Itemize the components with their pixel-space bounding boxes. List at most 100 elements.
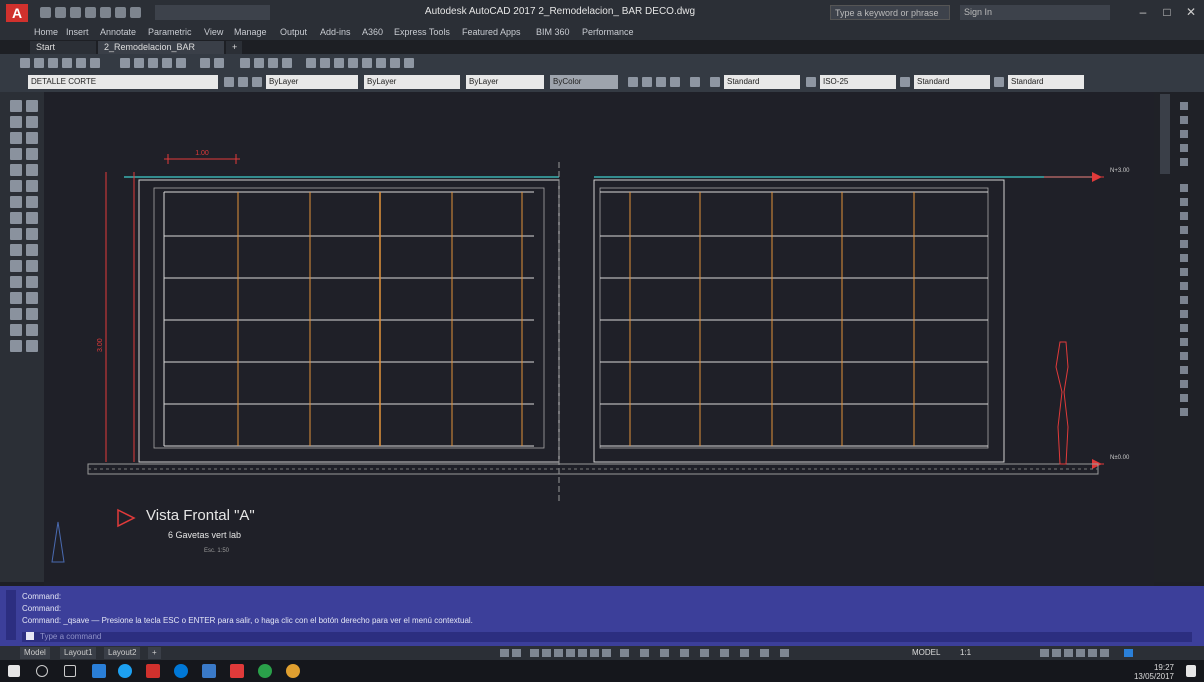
zoom-realtime-icon[interactable] — [254, 58, 264, 68]
dim-style-manager-icon[interactable] — [806, 77, 816, 87]
tab-start[interactable]: Start — [30, 41, 96, 54]
plotstyle-dropdown[interactable]: ByColor — [550, 75, 618, 89]
preview-icon[interactable] — [76, 58, 86, 68]
match-properties-icon[interactable] — [162, 58, 172, 68]
dim-arc-icon[interactable] — [1180, 212, 1188, 220]
offset-icon[interactable] — [26, 260, 38, 272]
style-icon[interactable] — [690, 77, 700, 87]
pan-nav-icon[interactable] — [1180, 116, 1188, 124]
command-line-handle[interactable] — [6, 590, 16, 640]
copy-icon[interactable] — [134, 58, 144, 68]
hatch-icon[interactable] — [26, 196, 38, 208]
gizmo-icon[interactable] — [700, 649, 709, 657]
block-editor-icon[interactable] — [176, 58, 186, 68]
file-explorer-icon[interactable] — [202, 664, 216, 678]
lock-ui-icon[interactable] — [1064, 649, 1073, 657]
quick-dim-icon[interactable] — [1180, 282, 1188, 290]
grid-icon[interactable] — [500, 649, 509, 657]
selection-cycling-icon[interactable] — [620, 649, 629, 657]
task-view-icon[interactable] — [64, 665, 76, 677]
pan-icon[interactable] — [240, 58, 250, 68]
menu-a360[interactable]: A360 — [362, 27, 383, 37]
rectangle-icon[interactable] — [10, 132, 22, 144]
circle-icon[interactable] — [10, 148, 22, 160]
dim-baseline-icon[interactable] — [1180, 296, 1188, 304]
mleader-style-icon[interactable] — [670, 77, 680, 87]
save-as-icon[interactable] — [85, 7, 96, 18]
browser-icon[interactable] — [118, 664, 132, 678]
autocad-logo-icon[interactable]: A — [6, 4, 28, 22]
tolerance-icon[interactable] — [1180, 324, 1188, 332]
zoom-window-icon[interactable] — [268, 58, 278, 68]
trim-icon[interactable] — [26, 308, 38, 320]
customization-icon[interactable] — [1124, 649, 1133, 657]
fillet-icon[interactable] — [10, 340, 22, 352]
command-input[interactable]: Type a command — [22, 632, 1192, 642]
sign-in-button[interactable]: Sign In — [960, 5, 1110, 20]
table-style-icon[interactable] — [656, 77, 666, 87]
rotate-icon[interactable] — [10, 292, 22, 304]
region-icon[interactable] — [26, 212, 38, 224]
gradient-icon[interactable] — [10, 212, 22, 224]
tool-palettes-icon[interactable] — [334, 58, 344, 68]
autocad-taskbar-icon[interactable] — [146, 664, 160, 678]
mirror-icon[interactable] — [10, 260, 22, 272]
leader-icon[interactable] — [1180, 394, 1188, 402]
tab-layout2[interactable]: Layout2 — [104, 647, 141, 659]
orbit-icon[interactable] — [1180, 144, 1188, 152]
drawing-canvas[interactable]: 1.00 3.00 N+3.00 N±0.00 Vista Frontal "A… — [44, 92, 1154, 586]
annotation-visibility-icon[interactable] — [720, 649, 729, 657]
edge-icon[interactable] — [174, 664, 188, 678]
design-center-icon[interactable] — [320, 58, 330, 68]
polar-icon[interactable] — [542, 649, 551, 657]
extend-icon[interactable] — [10, 324, 22, 336]
notifications-icon[interactable] — [1186, 665, 1196, 677]
mtext-icon[interactable] — [26, 228, 38, 240]
menu-output[interactable]: Output — [280, 27, 307, 37]
help-icon[interactable] — [390, 58, 400, 68]
chrome-icon[interactable] — [286, 664, 300, 678]
save-icon[interactable] — [48, 58, 58, 68]
spline-icon[interactable] — [10, 164, 22, 176]
search-icon[interactable] — [36, 665, 48, 677]
dim-continue-icon[interactable] — [1180, 310, 1188, 318]
menu-manage[interactable]: Manage — [234, 27, 267, 37]
selection-filter-icon[interactable] — [680, 649, 689, 657]
menu-express-tools[interactable]: Express Tools — [394, 27, 450, 37]
3d-osnap-icon[interactable] — [640, 649, 649, 657]
print-icon[interactable] — [62, 58, 72, 68]
layer-dropdown[interactable]: DETALLE CORTE — [28, 75, 218, 89]
sheet-set-icon[interactable] — [348, 58, 358, 68]
object-snap-tracking-icon[interactable] — [566, 649, 575, 657]
layer-properties-icon[interactable] — [224, 77, 234, 87]
workspace-selector[interactable] — [155, 5, 270, 20]
markup-icon[interactable] — [362, 58, 372, 68]
dim-linear-icon[interactable] — [1180, 184, 1188, 192]
new-tab-button[interactable]: + — [226, 41, 242, 54]
redo-icon[interactable] — [214, 58, 224, 68]
full-navigation-wheel-icon[interactable] — [1180, 102, 1188, 110]
menu-view[interactable]: View — [204, 27, 223, 37]
explode-icon[interactable] — [26, 340, 38, 352]
menu-bim360[interactable]: BIM 360 — [536, 27, 570, 37]
construction-line-icon[interactable] — [10, 116, 22, 128]
acrobat-icon[interactable] — [230, 664, 244, 678]
redo-icon[interactable] — [130, 7, 141, 18]
dim-style-dropdown[interactable]: ISO-25 — [820, 75, 896, 89]
isodraft-icon[interactable] — [554, 649, 563, 657]
whatsapp-icon[interactable] — [258, 664, 272, 678]
tab-drawing[interactable]: 2_Remodelacion_BAR DECO* — [98, 41, 224, 65]
plot-icon[interactable] — [100, 7, 111, 18]
undo-icon[interactable] — [115, 7, 126, 18]
table-icon[interactable] — [10, 228, 22, 240]
hardware-acceleration-icon[interactable] — [1088, 649, 1097, 657]
ellipse-icon[interactable] — [26, 164, 38, 176]
zoom-extents-icon[interactable] — [1180, 130, 1188, 138]
center-mark-icon[interactable] — [1180, 338, 1188, 346]
close-icon[interactable]: ✕ — [1180, 4, 1202, 20]
mleader-style-manager-icon[interactable] — [994, 77, 1004, 87]
insert-block-icon[interactable] — [10, 180, 22, 192]
dim-style-icon[interactable] — [642, 77, 652, 87]
workspace-icon[interactable] — [404, 58, 414, 68]
dim-update-icon[interactable] — [1180, 366, 1188, 374]
